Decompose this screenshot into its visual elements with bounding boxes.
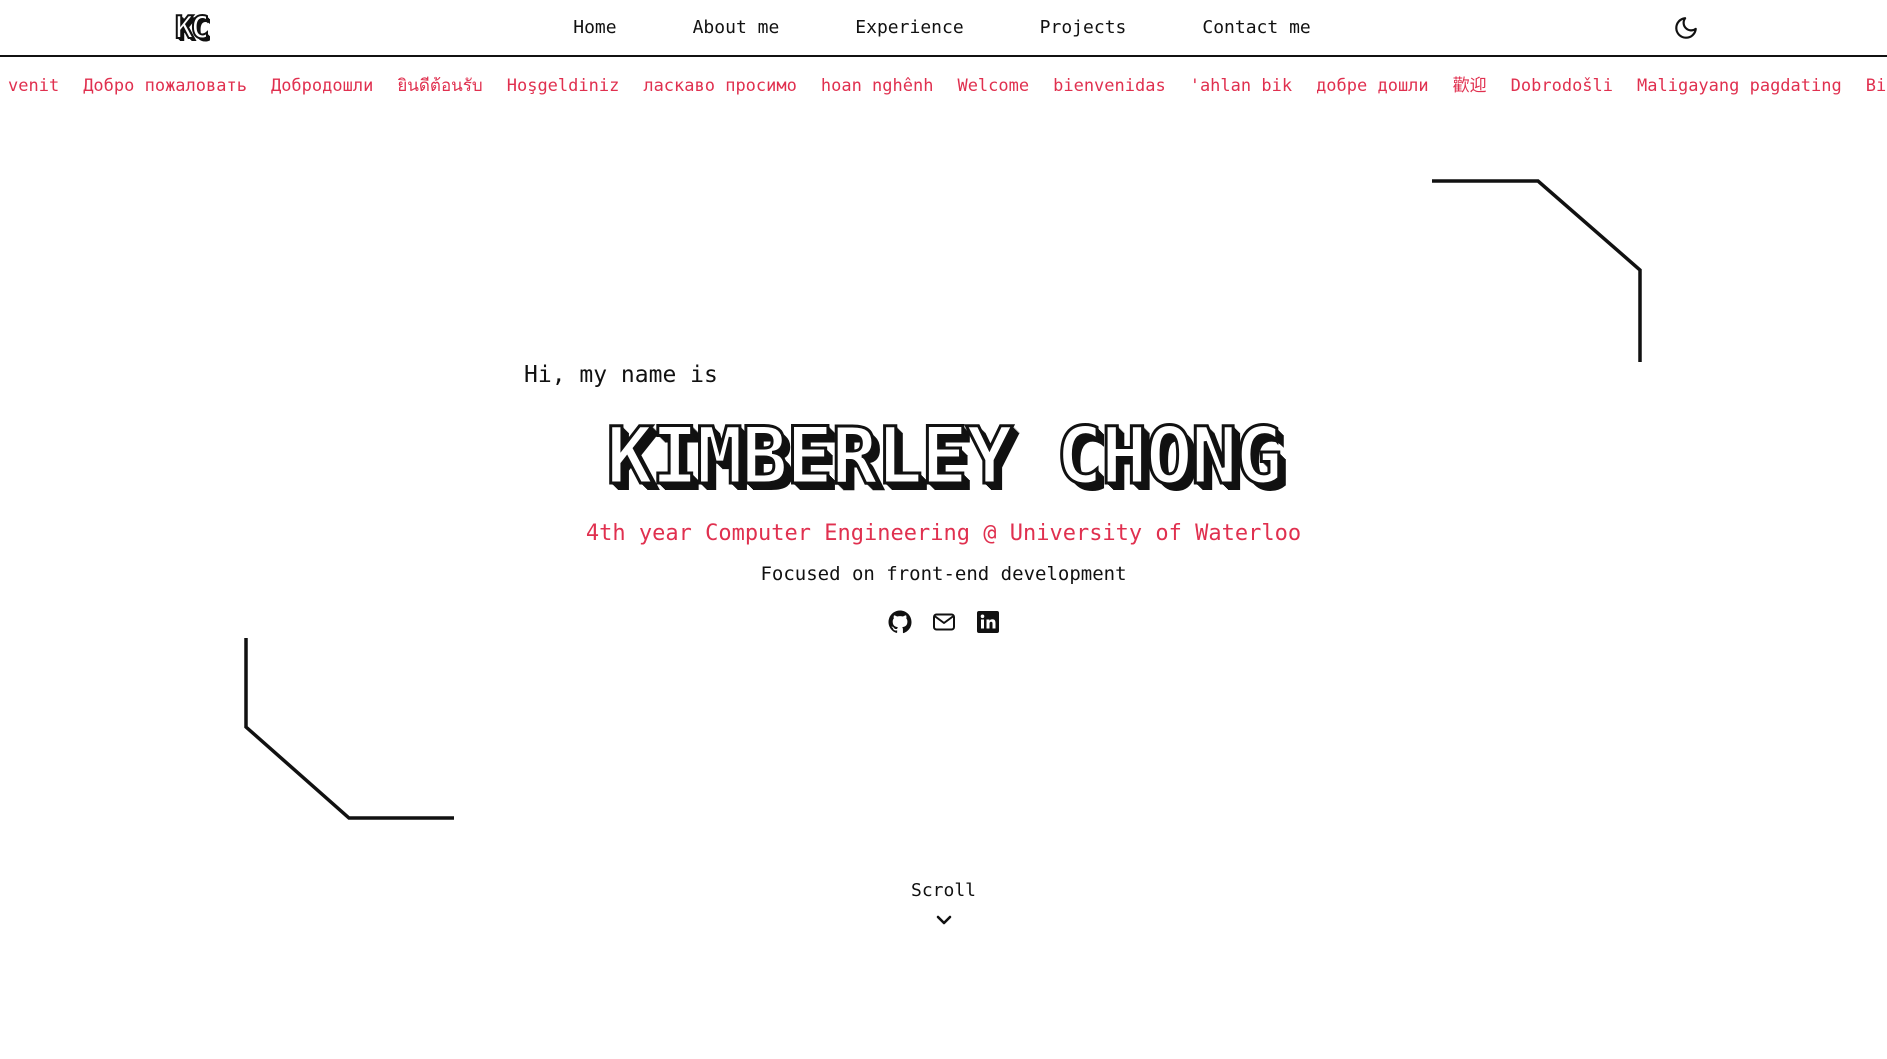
nav-link-home[interactable]: Home [573, 17, 616, 38]
greeting-item: добре дошли [1316, 76, 1429, 96]
linkedin-icon [976, 611, 999, 633]
nav-link-about[interactable]: About me [693, 17, 780, 38]
greeting-item: Maligayang pagdating [1637, 76, 1842, 96]
greeting-item: bienvenidas [1053, 76, 1166, 96]
github-link[interactable] [887, 609, 913, 635]
corner-bracket-bottom-left [244, 638, 454, 820]
hero-name: KIMBERLEY CHONG [605, 411, 1284, 504]
greeting-item: venit [8, 76, 60, 96]
chevron-down-icon[interactable] [934, 913, 954, 927]
page: KC Home About me Experience Projects Con… [0, 0, 1887, 1059]
greeting-item: Добродошли [270, 76, 374, 96]
hero-focus: Focused on front-end development [760, 563, 1127, 585]
hero-intro: Hi, my name is [524, 362, 718, 388]
greeting-item: Hoşgeldiniz [506, 76, 620, 96]
nav-link-experience[interactable]: Experience [855, 17, 963, 38]
greeting-item: Dobrodošli [1510, 76, 1614, 96]
github-icon [888, 610, 912, 634]
corner-bracket-top-right [1432, 179, 1642, 362]
moon-icon [1675, 17, 1697, 39]
email-link[interactable] [931, 609, 957, 635]
nav-link-contact[interactable]: Contact me [1202, 17, 1310, 38]
nav-link-projects[interactable]: Projects [1040, 17, 1127, 38]
marquee-track: venit Добро пожаловать Добродошли ยินดีต… [8, 72, 1887, 100]
greeting-item: 'ahlan bik [1189, 76, 1293, 96]
mail-icon [932, 613, 955, 631]
hero-subtitle: 4th year Computer Engineering @ Universi… [585, 521, 1302, 546]
greeting-item: 歡迎 [1452, 76, 1487, 96]
greetings-marquee: venit Добро пожаловать Добродошли ยินดีต… [0, 72, 1887, 100]
greeting-item: Bienvenue [1865, 76, 1887, 96]
navbar: KC Home About me Experience Projects Con… [0, 0, 1887, 57]
social-links [0, 609, 1887, 635]
scroll-label[interactable]: Scroll [0, 880, 1887, 901]
greeting-item: Welcome [957, 76, 1030, 96]
greeting-item: Добро пожаловать [83, 76, 247, 96]
greeting-item: ласкаво просимо [643, 76, 797, 96]
greeting-item: ยินดีต้อนรับ [397, 76, 483, 96]
linkedin-link[interactable] [975, 609, 1001, 635]
nav-links: Home About me Experience Projects Contac… [0, 0, 1887, 55]
greeting-item: hoan nghênh [820, 76, 934, 96]
theme-toggle-button[interactable] [1672, 14, 1700, 42]
